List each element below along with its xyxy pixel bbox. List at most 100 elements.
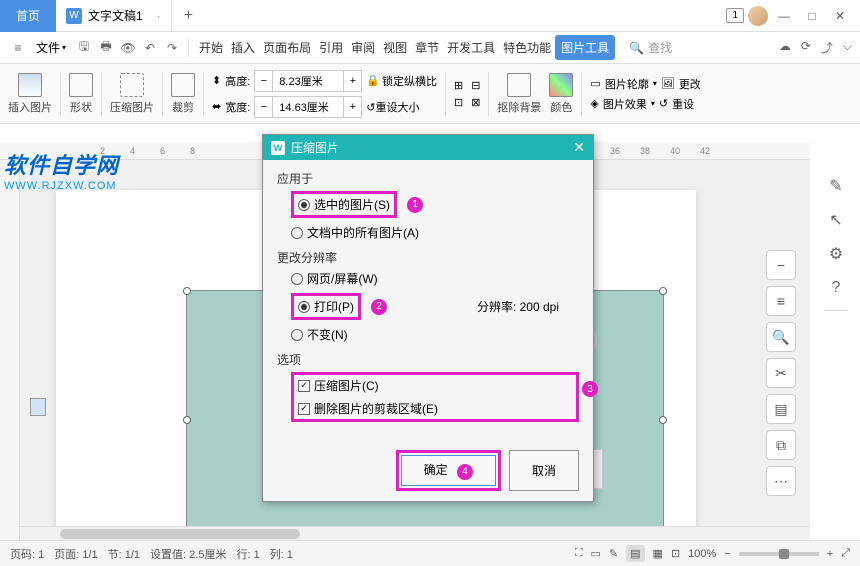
lock-ratio-checkbox[interactable]: 🔒 锁定纵横比 [366,73,437,89]
ok-button[interactable]: 确定 4 [401,455,496,486]
align-icon2[interactable]: ⊟ [471,79,480,92]
share-icon[interactable]: ⤴ [821,39,833,56]
pencil-icon[interactable]: ✎ [822,172,850,200]
tab-chapter[interactable]: 章节 [411,35,443,60]
radio-print[interactable] [298,301,310,313]
close-button[interactable]: ✕ [828,4,852,28]
view-icon4[interactable]: ▤ [626,545,644,562]
sync-icon[interactable]: ⟳ [801,39,811,56]
radio-none[interactable] [291,329,303,341]
undo-icon[interactable]: ↶ [140,38,160,58]
color-button[interactable]: 颜色 [549,73,573,115]
zoom-slider[interactable] [739,552,819,556]
print-icon[interactable]: 🖶 [96,38,116,58]
checkbox-delete-crop[interactable]: ✓ [298,403,310,415]
notification-badge[interactable]: 1 [726,8,744,23]
reset-icon[interactable]: ↺ [659,97,668,110]
zoom-out[interactable]: − [724,548,730,560]
insert-image-button[interactable]: 插入图片 [8,73,52,115]
page-break-icon[interactable] [30,398,46,416]
zoom-in[interactable]: + [827,548,833,560]
float-more[interactable]: ⋯ [766,466,796,496]
dialog-close-button[interactable]: ✕ [573,139,585,156]
align-icon1[interactable]: ⊞ [454,79,463,92]
tab-reference[interactable]: 引用 [315,35,347,60]
save-icon[interactable]: 🖫 [74,38,94,58]
remove-bg-button[interactable]: 抠除背景 [497,73,541,115]
reset-size-button[interactable]: ↺重设大小 [366,99,419,115]
tab-start[interactable]: 开始 [195,35,227,60]
height-minus[interactable]: − [255,71,273,91]
height-input[interactable]: − 8.23厘米 + [254,70,362,92]
float-minus[interactable]: − [766,250,796,280]
settings-icon[interactable]: ⚙ [822,240,850,268]
view-icon1[interactable]: ⛶ [575,547,583,560]
compress-button[interactable]: 压缩图片 [110,73,154,115]
align-icon3[interactable]: ⊡ [454,96,463,109]
horizontal-scrollbar[interactable] [20,526,810,540]
float-wrap[interactable]: ≡ [766,286,796,316]
view-icon3[interactable]: ✎ [609,547,618,560]
status-row[interactable]: 行: 1 [236,546,259,562]
radio-web[interactable] [291,273,303,285]
effect-icon[interactable]: ◈ [590,97,598,110]
width-input[interactable]: − 14.63厘米 + [254,96,362,118]
align-icon4[interactable]: ⊠ [471,96,480,109]
shape-button[interactable]: 形状 [69,73,93,115]
status-section[interactable]: 节: 1/1 [108,546,140,562]
float-align[interactable]: ▤ [766,394,796,424]
width-minus[interactable]: − [255,97,273,117]
checkbox-compress[interactable]: ✓ [298,380,310,392]
maximize-button[interactable]: □ [800,4,824,28]
tab-view[interactable]: 视图 [379,35,411,60]
vertical-ruler[interactable] [0,160,20,540]
outline-icon[interactable]: ▭ [590,77,600,90]
status-page[interactable]: 页面: 1/1 [54,546,97,562]
tab-review[interactable]: 审阅 [347,35,379,60]
user-avatar[interactable] [748,6,768,26]
redo-icon[interactable]: ↷ [162,38,182,58]
float-crop[interactable]: ✂ [766,358,796,388]
resize-handle-w[interactable] [183,416,191,424]
tab-document[interactable]: W 文字文稿1 · [56,0,172,32]
radio-all[interactable] [291,227,303,239]
float-zoom[interactable]: 🔍 [766,322,796,352]
tab-add-button[interactable]: + [172,7,205,25]
zoom-label[interactable]: 100% [688,548,716,560]
dialog-titlebar[interactable]: W 压缩图片 ✕ [263,135,593,160]
view-icon6[interactable]: ⊡ [671,547,680,560]
resize-handle-e[interactable] [659,416,667,424]
chevron-icon[interactable]: ⌵ [843,39,852,56]
tab-picture-tools[interactable]: 图片工具 [555,35,615,60]
crop-button[interactable]: 裁剪 [171,73,195,115]
view-icon2[interactable]: ▭ [591,547,601,560]
tab-home[interactable]: 首页 [0,0,56,32]
preview-icon[interactable]: 👁 [118,38,138,58]
view-icon5[interactable]: ▦ [653,547,663,560]
resize-handle-nw[interactable] [183,287,191,295]
change-icon[interactable]: 🖼 [661,77,675,90]
tab-layout[interactable]: 页面布局 [259,35,315,60]
minimize-button[interactable]: — [772,4,796,28]
width-plus[interactable]: + [343,97,361,117]
tab-insert[interactable]: 插入 [227,35,259,60]
tab-dev[interactable]: 开发工具 [443,35,499,60]
scrollbar-thumb[interactable] [60,529,300,539]
tab-special[interactable]: 特色功能 [499,35,555,60]
cursor-icon[interactable]: ↖ [822,206,850,234]
cancel-button[interactable]: 取消 [509,450,579,491]
status-setting[interactable]: 设置值: 2.5厘米 [150,546,226,562]
radio-selected[interactable] [298,199,310,211]
height-plus[interactable]: + [343,71,361,91]
help-icon[interactable]: ? [822,274,850,302]
menu-icon[interactable]: ≡ [8,38,28,58]
resize-handle-ne[interactable] [659,287,667,295]
tab-close-icon[interactable]: · [157,9,161,23]
file-menu[interactable]: 文件▾ [30,39,72,56]
cloud-icon[interactable]: ☁ [779,39,791,56]
status-col[interactable]: 列: 1 [270,546,293,562]
status-pagenum[interactable]: 页码: 1 [10,546,44,562]
fullscreen-icon[interactable]: ⤢ [841,547,850,560]
search-box[interactable]: 🔍 查找 [621,37,680,58]
float-group[interactable]: ⧉ [766,430,796,460]
